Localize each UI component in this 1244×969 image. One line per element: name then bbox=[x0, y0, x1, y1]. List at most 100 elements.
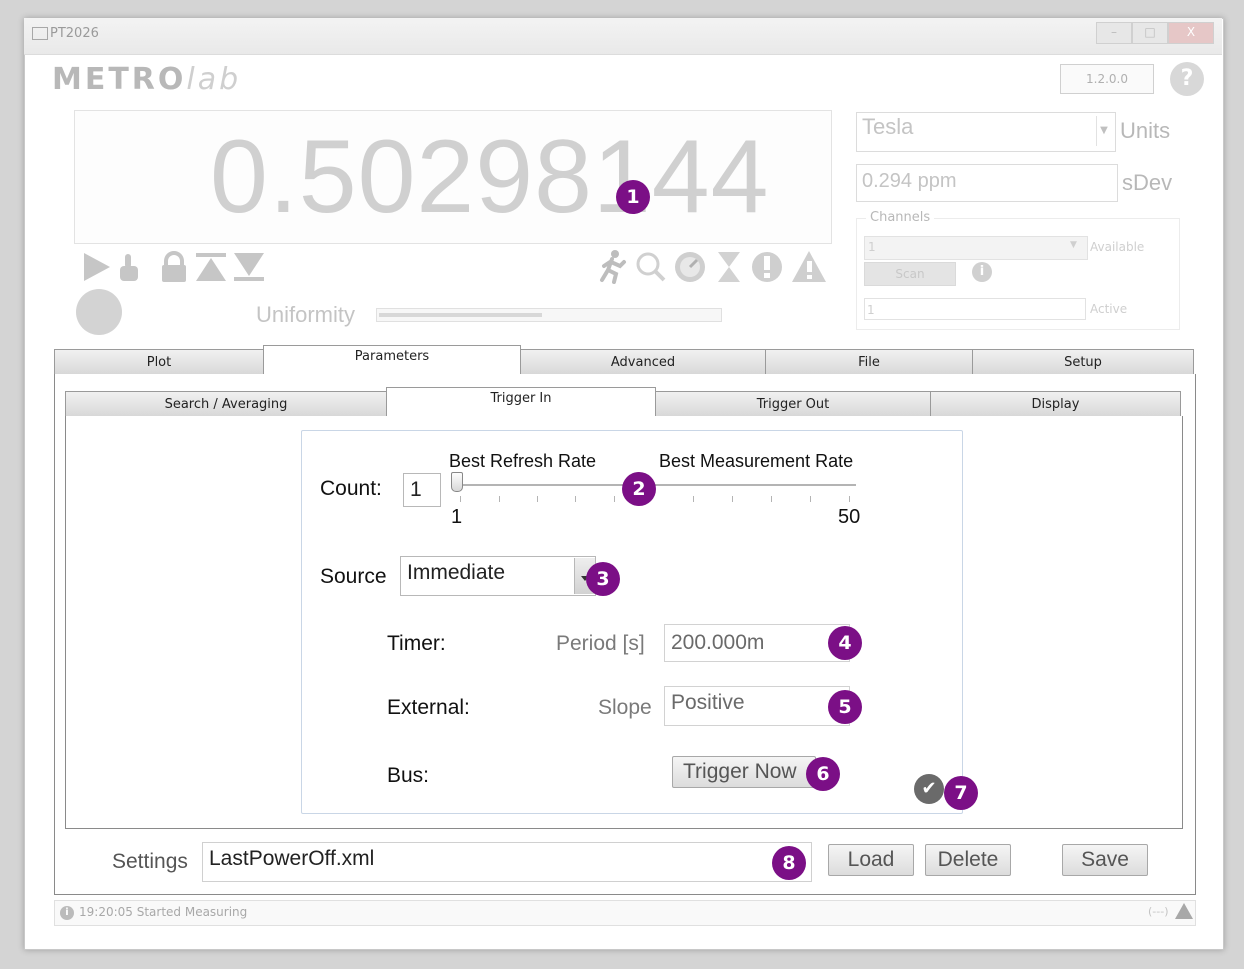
status-message: 19:20:05 Started Measuring bbox=[79, 905, 248, 919]
count-slider-track[interactable] bbox=[456, 484, 856, 486]
callout-6: 6 bbox=[806, 757, 840, 791]
chevron-down-icon[interactable]: ▼ bbox=[1070, 240, 1077, 250]
gauge-icon bbox=[675, 252, 705, 282]
slope-label: Slope bbox=[598, 696, 652, 719]
load-button[interactable]: Load bbox=[828, 844, 914, 876]
slider-tick bbox=[575, 496, 576, 502]
app-icon bbox=[32, 27, 48, 40]
trigger-now-button[interactable]: Trigger Now bbox=[672, 756, 816, 788]
callout-7: 7 bbox=[944, 776, 978, 810]
units-label: Units bbox=[1120, 118, 1171, 143]
window-title: PT2026 bbox=[50, 26, 99, 41]
available-channel-select[interactable] bbox=[864, 236, 1088, 260]
period-label: Period [s] bbox=[556, 632, 645, 655]
tab-file[interactable]: File bbox=[765, 349, 973, 375]
title-bar[interactable] bbox=[24, 18, 1222, 55]
external-label: External: bbox=[387, 696, 470, 719]
tab-setup[interactable]: Setup bbox=[972, 349, 1194, 375]
hourglass-icon bbox=[718, 252, 740, 282]
slider-tick bbox=[732, 496, 733, 502]
tab-trigger-out[interactable]: Trigger Out bbox=[655, 391, 931, 417]
slider-tick bbox=[614, 496, 615, 502]
exclamation-icon bbox=[752, 252, 782, 282]
active-channel-field[interactable]: 1 bbox=[864, 298, 1086, 320]
logo-italic: lab bbox=[186, 62, 242, 97]
metrolab-logo: METROlab bbox=[52, 62, 241, 97]
play-icon[interactable] bbox=[84, 253, 110, 281]
active-label: Active bbox=[1090, 302, 1128, 316]
period-field[interactable]: 200.000m bbox=[664, 624, 850, 662]
settings-label: Settings bbox=[112, 850, 188, 873]
available-label: Available bbox=[1090, 240, 1145, 254]
arrow-down-icon[interactable] bbox=[234, 253, 264, 281]
slider-tick bbox=[460, 496, 461, 502]
version-field: 1.2.0.0 bbox=[1060, 64, 1154, 94]
slider-min-label: 1 bbox=[451, 506, 463, 528]
control-icons bbox=[84, 251, 264, 282]
close-button[interactable]: X bbox=[1168, 22, 1214, 44]
callout-4: 4 bbox=[828, 626, 862, 660]
status-icons bbox=[600, 250, 826, 284]
measurement-readout: 0.50298144 bbox=[210, 119, 770, 235]
tab-parameters[interactable]: Parameters bbox=[263, 345, 521, 375]
count-label: Count: bbox=[320, 477, 382, 500]
status-indicator: (---) bbox=[1148, 905, 1169, 918]
status-info-icon: i bbox=[60, 906, 74, 920]
best-refresh-rate-label: Best Refresh Rate bbox=[449, 451, 597, 471]
lock-icon[interactable] bbox=[162, 251, 186, 282]
chevron-down-icon[interactable]: ▼ bbox=[1096, 116, 1111, 146]
units-value: Tesla bbox=[862, 114, 914, 139]
apply-check-icon[interactable]: ✔ bbox=[914, 774, 944, 804]
settings-file-field[interactable]: LastPowerOff.xml bbox=[202, 842, 812, 882]
uniformity-bar bbox=[376, 308, 722, 322]
save-button[interactable]: Save bbox=[1062, 844, 1148, 876]
help-button[interactable]: ? bbox=[1170, 62, 1204, 96]
search-icon bbox=[636, 252, 666, 282]
slider-tick bbox=[771, 496, 772, 502]
bus-label: Bus: bbox=[387, 764, 430, 787]
slider-tick bbox=[810, 496, 811, 502]
arrow-up-icon[interactable] bbox=[196, 253, 226, 281]
best-measurement-rate-label: Best Measurement Rate bbox=[659, 451, 854, 471]
callout-8: 8 bbox=[772, 846, 806, 880]
source-value: Immediate bbox=[407, 561, 506, 584]
tab-trigger-in[interactable]: Trigger In bbox=[386, 387, 656, 417]
tab-advanced[interactable]: Advanced bbox=[520, 349, 766, 375]
warning-icon bbox=[792, 251, 826, 282]
tab-plot[interactable]: Plot bbox=[54, 349, 264, 375]
count-field[interactable]: 1 bbox=[403, 473, 441, 507]
slope-select[interactable]: Positive bbox=[664, 686, 850, 726]
slider-tick bbox=[499, 496, 500, 502]
source-select[interactable]: Immediate bbox=[400, 556, 596, 596]
available-channel-value: 1 bbox=[868, 240, 876, 254]
timer-label: Timer: bbox=[387, 632, 446, 655]
info-icon[interactable]: i bbox=[972, 262, 992, 282]
channels-group-label: Channels bbox=[866, 210, 935, 225]
tab-search-averaging[interactable]: Search / Averaging bbox=[65, 391, 387, 417]
running-icon bbox=[600, 250, 626, 284]
callout-5: 5 bbox=[828, 690, 862, 724]
source-label: Source bbox=[320, 565, 387, 588]
callout-2: 2 bbox=[622, 472, 656, 506]
slider-tick bbox=[537, 496, 538, 502]
count-slider-thumb[interactable] bbox=[451, 472, 463, 492]
minimize-button[interactable]: – bbox=[1096, 22, 1132, 44]
tab-display[interactable]: Display bbox=[930, 391, 1181, 417]
uniformity-label: Uniformity bbox=[256, 302, 356, 327]
slider-max-label: 50 bbox=[838, 506, 861, 528]
sub-tab-bar: Search / Averaging Trigger In Trigger Ou… bbox=[65, 387, 1181, 418]
callout-3: 3 bbox=[586, 562, 620, 596]
slider-tick bbox=[693, 496, 694, 502]
logo-main: METRO bbox=[52, 62, 187, 97]
record-button[interactable] bbox=[76, 289, 122, 335]
uniformity-bar-fill bbox=[379, 313, 542, 317]
sdev-value: 0.294 ppm bbox=[862, 170, 957, 192]
slider-tick bbox=[849, 496, 850, 502]
expand-triangle-icon[interactable] bbox=[1175, 903, 1193, 919]
touch-icon[interactable] bbox=[120, 254, 138, 281]
main-tab-bar: Plot Parameters Advanced File Setup bbox=[54, 345, 1194, 376]
maximize-button[interactable]: □ bbox=[1132, 22, 1168, 44]
scan-button[interactable]: Scan bbox=[864, 262, 956, 286]
callout-1: 1 bbox=[616, 180, 650, 214]
delete-button[interactable]: Delete bbox=[925, 844, 1011, 876]
